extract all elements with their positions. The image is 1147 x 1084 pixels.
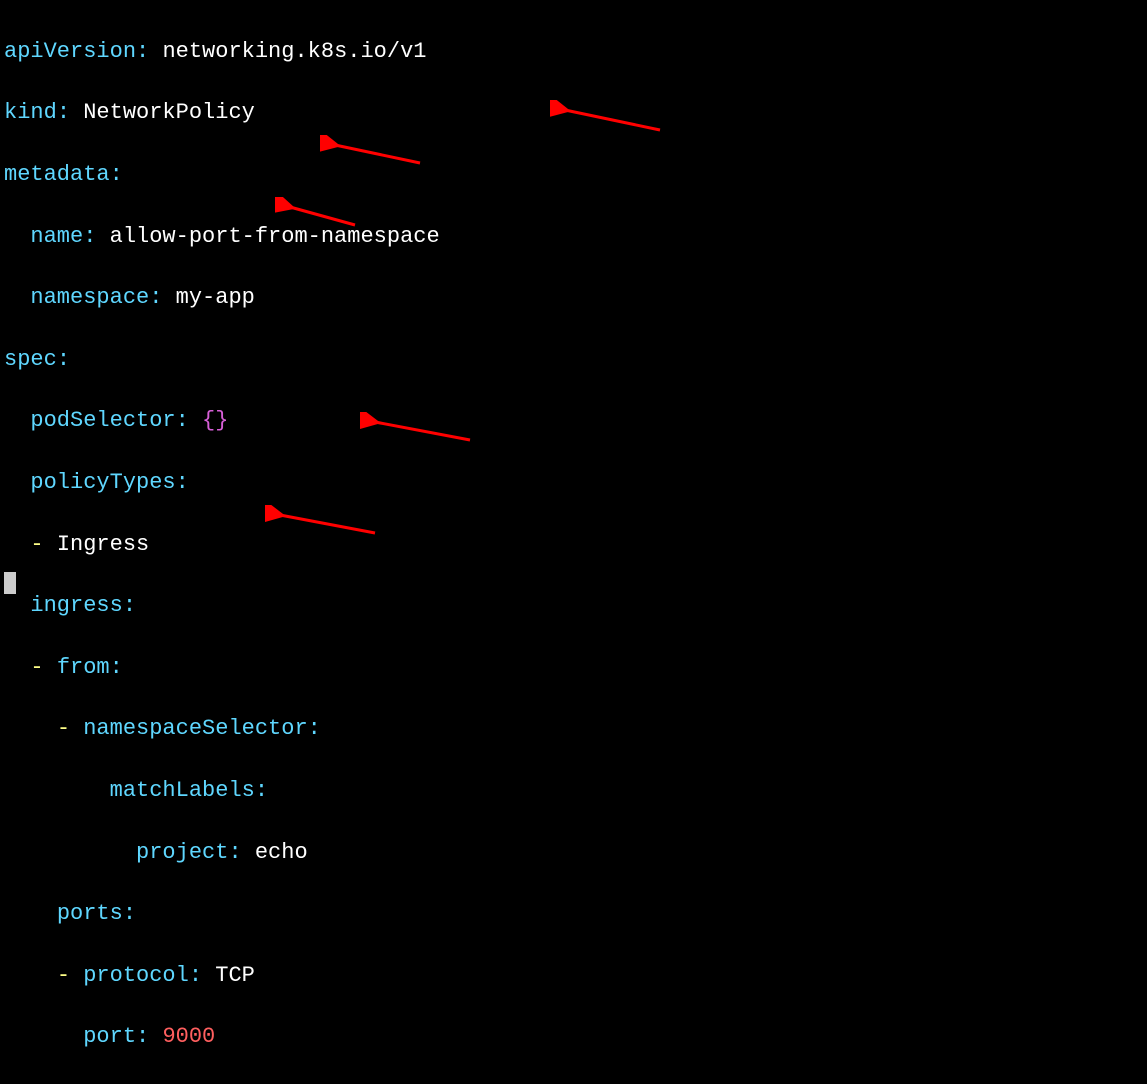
yaml-key: namespaceSelector: [83, 716, 307, 741]
yaml-value: TCP: [215, 963, 255, 988]
yaml-key: port: [83, 1024, 136, 1049]
code-line: name: allow-port-from-namespace: [4, 222, 1147, 253]
yaml-key: spec: [4, 347, 57, 372]
code-line: kind: NetworkPolicy: [4, 98, 1147, 129]
yaml-key: protocol: [83, 963, 189, 988]
code-line: apiVersion: networking.k8s.io/v1: [4, 37, 1147, 68]
yaml-key: name: [30, 224, 83, 249]
code-line: ports:: [4, 899, 1147, 930]
code-line: podSelector: {}: [4, 406, 1147, 437]
yaml-dash: -: [57, 716, 70, 741]
code-line: matchLabels:: [4, 776, 1147, 807]
yaml-dash: -: [57, 963, 70, 988]
yaml-value: my-app: [176, 285, 255, 310]
yaml-key: namespace: [30, 285, 149, 310]
code-line: - protocol: TCP: [4, 961, 1147, 992]
terminal-cursor: [4, 572, 16, 594]
yaml-value: {}: [202, 408, 228, 433]
yaml-dash: -: [30, 655, 43, 680]
yaml-key: podSelector: [30, 408, 175, 433]
code-line: - namespaceSelector:: [4, 714, 1147, 745]
yaml-key: matchLabels: [110, 778, 255, 803]
yaml-key: policyTypes: [30, 470, 175, 495]
yaml-key: kind: [4, 100, 57, 125]
yaml-value: allow-port-from-namespace: [110, 224, 440, 249]
yaml-key: ports: [57, 901, 123, 926]
yaml-key: apiVersion: [4, 39, 136, 64]
yaml-key: ingress: [30, 593, 122, 618]
code-line: metadata:: [4, 160, 1147, 191]
code-line: spec:: [4, 345, 1147, 376]
yaml-value: Ingress: [57, 532, 149, 557]
code-line: namespace: my-app: [4, 283, 1147, 314]
yaml-code-block: apiVersion: networking.k8s.io/v1 kind: N…: [4, 6, 1147, 1084]
code-line: policyTypes:: [4, 468, 1147, 499]
yaml-value: NetworkPolicy: [83, 100, 255, 125]
code-line: - from:: [4, 653, 1147, 684]
yaml-key: project: [136, 840, 228, 865]
code-line: project: echo: [4, 838, 1147, 869]
yaml-dash: -: [30, 532, 43, 557]
code-line: - Ingress: [4, 530, 1147, 561]
yaml-value: networking.k8s.io/v1: [162, 39, 426, 64]
yaml-key: from: [57, 655, 110, 680]
yaml-key: metadata: [4, 162, 110, 187]
code-line: port: 9000: [4, 1022, 1147, 1053]
code-line: ingress:: [4, 591, 1147, 622]
yaml-value: 9000: [162, 1024, 215, 1049]
yaml-value: echo: [255, 840, 308, 865]
